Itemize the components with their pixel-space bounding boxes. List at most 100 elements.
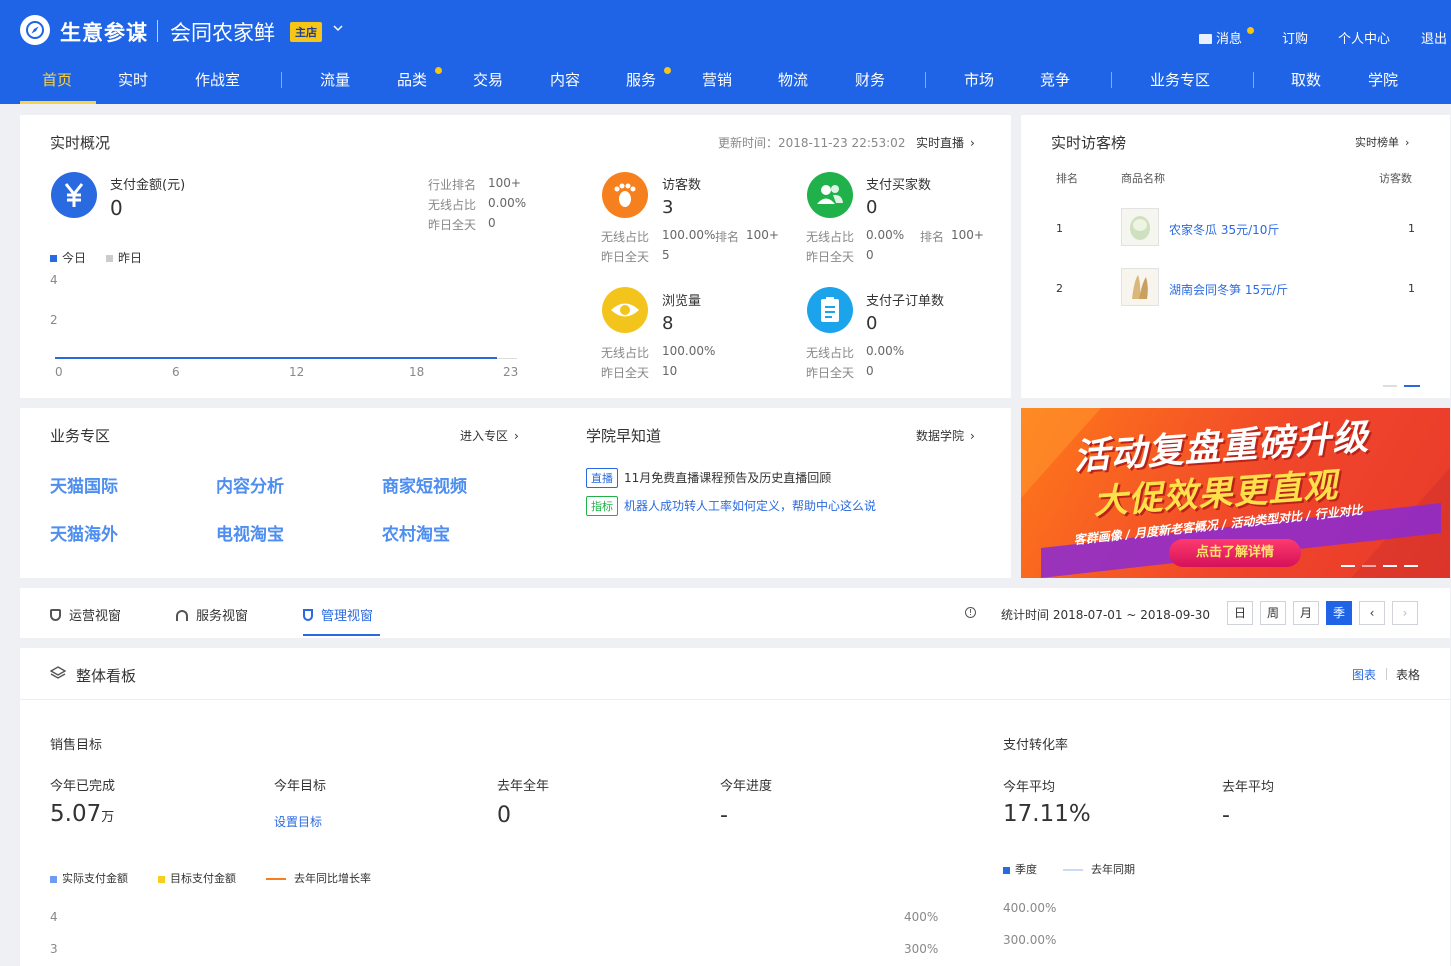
info-icon[interactable]: ! [965, 607, 976, 618]
nav-market[interactable]: 市场 [964, 69, 994, 90]
banner-pager-dot[interactable] [1383, 565, 1397, 567]
nav-content[interactable]: 内容 [550, 69, 580, 90]
set-target-link[interactable]: 设置目标 [274, 813, 322, 830]
realtime-rank-link[interactable]: 实时榜单 › [1355, 134, 1409, 150]
legend-quarter[interactable]: 季度 [1003, 861, 1037, 877]
period-week[interactable]: 周 [1260, 601, 1286, 625]
footprint-icon [602, 172, 648, 218]
period-quarter[interactable]: 季 [1326, 601, 1352, 625]
legend-today[interactable]: 今日 [50, 249, 86, 266]
sales-y2-tick: 300% [904, 942, 939, 956]
academy-title: 学院早知道 [586, 427, 662, 445]
view-chart-link[interactable]: 图表 [1352, 666, 1376, 683]
tab-operation[interactable]: 运营视窗 [50, 605, 121, 624]
period-day[interactable]: 日 [1227, 601, 1253, 625]
product-thumbnail[interactable] [1121, 208, 1159, 246]
nav-finance[interactable]: 财务 [855, 69, 885, 90]
category-dot [435, 67, 442, 74]
pager-dot[interactable] [1383, 385, 1397, 387]
live-tag: 直播 [586, 468, 618, 488]
biz-tmall-overseas[interactable]: 天猫海外 [50, 520, 118, 545]
tab-management[interactable]: 管理视窗 [303, 605, 373, 624]
visitors-yesterday-label: 昨日全天 [601, 250, 650, 264]
avg-label: 今年平均 [1003, 780, 1056, 795]
prev-button[interactable]: ‹ [1359, 601, 1385, 625]
nav-competition[interactable]: 竞争 [1040, 69, 1070, 90]
next-button[interactable]: › [1392, 601, 1418, 625]
promo-banner[interactable]: 活动复盘重磅升级 大促效果更直观 客群画像 / 月度新老客概况 / 活动类型对比… [1021, 408, 1450, 578]
nav-trade[interactable]: 交易 [473, 69, 503, 90]
product-link[interactable]: 农家冬瓜 35元/10斤 [1169, 221, 1279, 238]
medal-icon [303, 609, 313, 621]
nav-service[interactable]: 服务 [626, 69, 656, 90]
pageviews-wireless-label: 无线占比 [601, 346, 650, 360]
last-year-label: 去年全年 [497, 779, 550, 794]
completed-value: 5.07万 [50, 801, 114, 827]
news-item[interactable]: 直播 11月免费直播课程预告及历史直播回顾 [586, 468, 831, 488]
biz-rural-taobao[interactable]: 农村淘宝 [382, 520, 450, 545]
legend-growth[interactable]: 去年同比增长率 [266, 870, 371, 886]
chevron-down-icon[interactable] [332, 22, 344, 37]
suborders-value: 0 [866, 313, 878, 334]
logout-link[interactable]: 退出 [1421, 28, 1447, 47]
legend-target[interactable]: 目标支付金额 [158, 870, 236, 886]
nav-logistics[interactable]: 物流 [778, 69, 808, 90]
live-link[interactable]: 实时直播 › [916, 134, 975, 151]
nav-home[interactable]: 首页 [42, 69, 72, 90]
visitors-header: 访客数 [1379, 172, 1412, 185]
banner-pager-dot[interactable] [1341, 565, 1355, 567]
visitors-rank-label: 排名 [715, 230, 740, 244]
chevron-right-icon: › [514, 429, 519, 443]
nav-realtime[interactable]: 实时 [118, 69, 148, 90]
period-month[interactable]: 月 [1293, 601, 1319, 625]
banner-detail-button[interactable]: 点击了解详情 [1169, 539, 1301, 567]
table-row-visitors: 1 [1408, 282, 1415, 295]
nav-data-fetch[interactable]: 取数 [1291, 69, 1321, 90]
messages-label: 消息 [1216, 32, 1243, 47]
biz-tv-taobao[interactable]: 电视淘宝 [216, 520, 284, 545]
banner-pager-dot[interactable] [1404, 565, 1418, 567]
pay-rank-value: 100+ [488, 176, 521, 190]
biz-short-video[interactable]: 商家短视频 [382, 472, 467, 497]
dashboard-divider [20, 699, 1450, 700]
subscribe-link[interactable]: 订购 [1282, 28, 1308, 47]
nav-marketing[interactable]: 营销 [702, 69, 732, 90]
personal-center-link[interactable]: 个人中心 [1338, 28, 1390, 47]
legend-yesterday[interactable]: 昨日 [106, 249, 142, 266]
messages-link[interactable]: 消息 [1199, 28, 1242, 47]
chevron-right-icon: › [970, 136, 975, 150]
biz-tmall-global[interactable]: 天猫国际 [50, 472, 118, 497]
pager-dot-active[interactable] [1404, 385, 1420, 387]
nav-academy[interactable]: 学院 [1368, 69, 1398, 90]
news-item[interactable]: 指标 机器人成功转人工率如何定义，帮助中心这么说 [586, 496, 876, 516]
legend-actual[interactable]: 实际支付金额 [50, 870, 128, 886]
shop-name[interactable]: 会同农家鲜 [170, 17, 275, 47]
data-academy-link[interactable]: 数据学院 › [916, 427, 975, 444]
compass-logo-icon[interactable] [20, 15, 50, 45]
legend-last-year-label: 去年同期 [1091, 863, 1135, 876]
nav-traffic[interactable]: 流量 [320, 69, 350, 90]
nav-war-room[interactable]: 作战室 [195, 69, 240, 90]
banner-pager-dot[interactable] [1362, 565, 1376, 567]
chart-x-tick: 18 [409, 365, 425, 379]
product-thumbnail[interactable] [1121, 268, 1159, 306]
pageviews-yesterday-value: 10 [662, 364, 678, 378]
enter-zone-link[interactable]: 进入专区 › [460, 427, 519, 444]
visitors-value: 3 [662, 197, 674, 218]
legend-growth-label: 去年同比增长率 [294, 872, 371, 885]
users-icon [807, 172, 853, 218]
nav-business-zone[interactable]: 业务专区 [1150, 69, 1210, 90]
product-link[interactable]: 湖南会同冬笋 15元/斤 [1169, 281, 1288, 298]
layers-icon [49, 665, 67, 684]
legend-last-year[interactable]: 去年同期 [1063, 861, 1135, 877]
view-table-link[interactable]: 表格 [1396, 666, 1420, 683]
chevron-right-icon: › [1405, 136, 1410, 149]
brand-name[interactable]: 生意参谋 [60, 17, 148, 47]
realtime-rank-link-label: 实时榜单 [1355, 136, 1399, 149]
realtime-title: 实时概况 [50, 134, 111, 152]
nav-category[interactable]: 品类 [397, 69, 427, 90]
tab-service[interactable]: 服务视窗 [176, 605, 248, 624]
biz-content-analysis[interactable]: 内容分析 [216, 472, 284, 497]
buyers-yesterday-value: 0 [866, 248, 874, 262]
chart-x-tick: 12 [289, 365, 305, 379]
